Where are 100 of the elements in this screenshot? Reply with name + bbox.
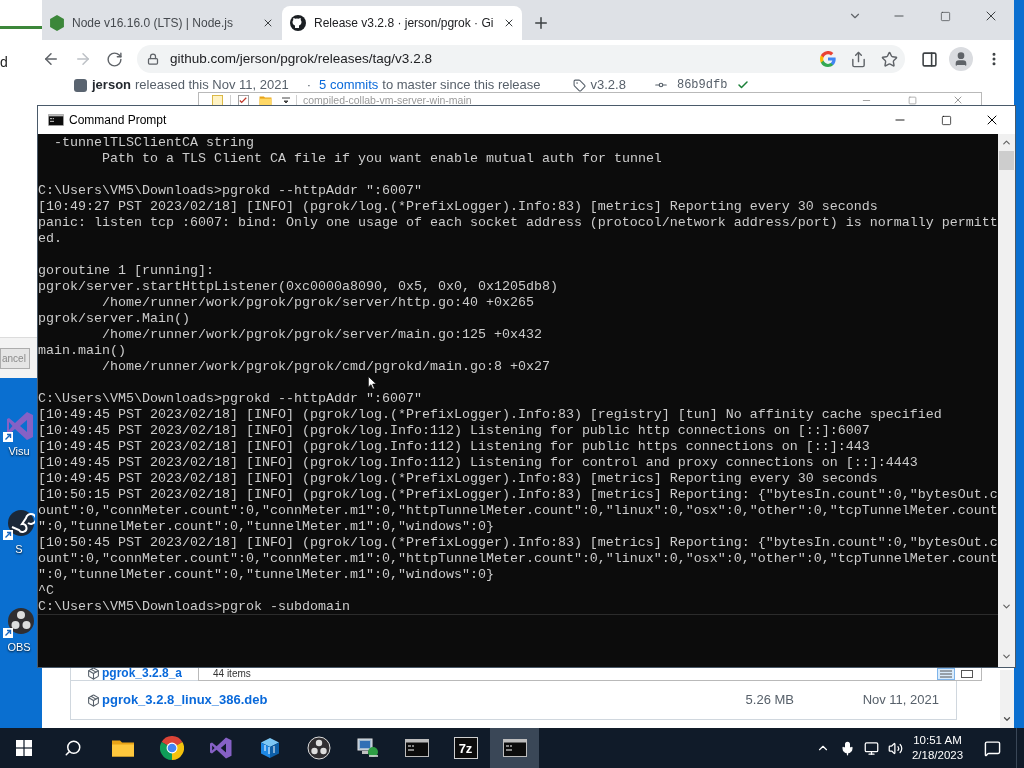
folder-icon xyxy=(259,94,272,106)
commit-hash: 86b9dfb xyxy=(676,78,728,92)
speaker-icon xyxy=(887,740,903,756)
chevron-down-icon xyxy=(1001,651,1012,662)
google-logo-icon xyxy=(820,51,836,67)
console-line: C:\Users\VM5\Downloads>pgrok -subdomain xyxy=(38,599,350,615)
console-line: [10:49:45 PST 2023/02/18] [INFO] (pgrok/log.(*PrefixLogger).Info:83) [registry] [tun] No affinity cache specified xyxy=(38,407,942,423)
dark-disc-shortcut-icon xyxy=(3,508,35,540)
taskbar-app-button[interactable] xyxy=(490,728,539,768)
close-icon xyxy=(262,17,274,29)
maximize-icon xyxy=(907,95,917,105)
console-line: pgrok/server.Main() xyxy=(38,311,190,327)
console-line: ^C xyxy=(38,583,54,599)
terminal-icon xyxy=(48,114,64,126)
console-line: /home/runner/work/pgrok/pgrok/server/main.go:125 +0x432 xyxy=(102,327,542,343)
windows-logo-icon xyxy=(16,740,32,756)
console-line: /home/runner/work/pgrok/pgrok/cmd/pgrokd/main.go:8 +0x27 xyxy=(102,359,550,375)
terminal-icon xyxy=(404,739,429,757)
tiles-view-icon xyxy=(961,669,973,678)
console-line: C:\Users\VM5\Downloads>pgrokd --httpAddr ":6007" xyxy=(38,183,422,199)
console-line: [10:49:27 PST 2023/02/18] [INFO] (pgrok/log.(*PrefixLogger).Info:83) [metrics] Reporting every 30 seconds xyxy=(38,199,878,215)
console-line: C:\Users\VM5\Downloads>pgrokd --httpAddr ":6007" xyxy=(38,391,422,407)
close-icon xyxy=(952,94,964,106)
list-view-icon xyxy=(940,669,952,678)
console-line: Path to a TLS Client CA file if you want enable mutual auth for tunnel xyxy=(102,151,662,167)
profile-button[interactable] xyxy=(949,47,973,71)
star-icon xyxy=(881,50,898,68)
speech-bubble-icon xyxy=(983,739,1001,757)
browser-tab[interactable]: Release v3.2.8 · jerson/pgrok · Gi xyxy=(282,6,522,40)
console-line: ":0,"tunnelMeter.count":0,"tunnelMeter.m1":0,"windows":0} xyxy=(38,519,494,535)
circle-trio-shortcut-icon xyxy=(3,606,35,638)
scroll-down-icon xyxy=(1002,714,1012,724)
console-line: ed. xyxy=(38,231,62,247)
search-icon xyxy=(64,739,82,757)
monitor-icon xyxy=(863,740,879,756)
asset-link[interactable]: pgrok_3.2.8_linux_386.deb xyxy=(102,690,268,710)
tag-text: v3.2.8 xyxy=(590,78,626,92)
console-line: ount":0,"connMeter.count":0,"connMeter.m1":0,"httpTunnelMeter.count":0,"linux":0,"osx":0,"other":0,"tcpTunnelMeter.count xyxy=(38,551,998,567)
ribbon-shortcut-icon xyxy=(3,410,35,442)
commits-text: to master since this release xyxy=(382,78,541,92)
console-line: -tunnelTLSClientCA string xyxy=(54,135,254,151)
package-icon xyxy=(87,667,100,680)
mouse-pointer-icon xyxy=(368,376,377,390)
asset-size: 5.26 MB xyxy=(745,691,794,710)
reload-icon xyxy=(105,50,123,68)
chevron-down-icon xyxy=(1001,601,1012,612)
console-line: [10:49:45 PST 2023/02/18] [INFO] (pgrok/log.Info:112) Listening for public https connections on [::]:443 xyxy=(38,439,870,455)
item-count-text: 44 items xyxy=(213,667,251,680)
console-line: panic: listen tcp :6007: bind: Only one usage of each socket address (protocol/network address/port) is normally permitt xyxy=(38,215,998,231)
console-line: [10:49:45 PST 2023/02/18] [INFO] (pgrok/log.Info:112) Listening for control and proxy connections on [::]:4443 xyxy=(38,455,918,471)
clock-button[interactable]: 10:51 AM 2/18/2023 xyxy=(907,728,968,768)
document-icon xyxy=(212,94,223,106)
explorer-title: compiled-collab-vm-server-win-main xyxy=(303,93,472,107)
avatar-icon xyxy=(74,78,87,92)
console-line: [10:50:45 PST 2023/02/18] [INFO] (pgrok/log.(*PrefixLogger).Info:83) [metrics] Reporting: {"bytesIn.count":0,"bytesOut.c xyxy=(38,535,998,551)
desktop-icon-label: Visu xyxy=(8,445,30,458)
desktop-icon-label: S xyxy=(15,543,23,556)
tiles-view-button[interactable] xyxy=(959,667,975,680)
tricolor-circle-icon xyxy=(159,736,184,760)
taskbar-app-button[interactable]: 7z xyxy=(441,728,490,768)
microphone-icon xyxy=(839,740,855,756)
release-date-text: released this Nov 11, 2021 xyxy=(135,78,289,92)
cat-silhouette-icon xyxy=(290,15,306,31)
address-bar[interactable]: github.com/jerson/pgrok/releases/tag/v3.2.8 xyxy=(137,45,905,73)
console-line: pgrok/server.startHttpListener(0xc0000a8090, 0x5, 0x0, 0x1205db8) xyxy=(38,279,558,295)
terminal-icon xyxy=(502,739,527,757)
browser-tab[interactable]: Node v16.16.0 (LTS) | Node.js xyxy=(42,6,282,40)
dropdown-icon xyxy=(282,96,290,104)
asset-link[interactable]: pgrok_3.2.8_a xyxy=(102,667,183,680)
maximize-icon xyxy=(939,10,951,22)
lock-icon xyxy=(147,53,159,65)
circle-trio-icon xyxy=(306,736,331,760)
window-title: Command Prompt xyxy=(69,112,167,129)
check-icon xyxy=(737,79,750,91)
console-line: ount":0,"connMeter.count":0,"connMeter.m1":0,"httpTunnelMeter.count":0,"linux":0,"osx":0,"other":0,"tcpTunnelMeter.count xyxy=(38,503,998,519)
asset-date: Nov 11, 2021 xyxy=(861,691,939,710)
maximize-icon xyxy=(940,114,952,126)
separator-dot: · xyxy=(306,78,312,92)
tag-icon xyxy=(572,78,586,92)
author-link[interactable]: jerson xyxy=(92,78,131,92)
share-icon xyxy=(850,50,867,68)
console-line: /home/runner/work/pgrok/pgrok/server/http.go:40 +0x265 xyxy=(102,295,534,311)
commits-link[interactable]: 5 commits xyxy=(319,78,379,92)
forward-arrow-icon xyxy=(74,50,92,68)
plus-icon xyxy=(532,14,550,32)
console-line: [10:50:15 PST 2023/02/18] [INFO] (pgrok/log.(*PrefixLogger).Info:83) [metrics] Reporting: {"bytesIn.count":0,"bytesOut.c xyxy=(38,487,998,503)
scroll-thumb[interactable] xyxy=(999,151,1014,170)
console-line: ":0,"tunnelMeter.count":0,"tunnelMeter.m1":0,"windows":0} xyxy=(38,567,494,583)
console-line: [10:49:45 PST 2023/02/18] [INFO] (pgrok/log.(*PrefixLogger).Info:83) [metrics] Reporting every 30 seconds xyxy=(38,471,878,487)
person-icon xyxy=(953,51,969,67)
accent-line xyxy=(0,26,42,29)
console-line: [10:49:45 PST 2023/02/18] [INFO] (pgrok/log.Info:112) Listening for public http connections on [::]:6007 xyxy=(38,423,870,439)
hexagon-icon xyxy=(50,15,64,31)
console-line: main.main() xyxy=(38,343,126,359)
url-text: github.com/jerson/pgrok/releases/tag/v3.2.8 xyxy=(170,49,432,68)
package-icon xyxy=(87,693,100,707)
desktop-icon-label: OBS xyxy=(7,641,31,654)
computer-icon xyxy=(355,736,380,760)
console-line: goroutine 1 [running]: xyxy=(38,263,214,279)
window-text: d xyxy=(0,54,8,70)
